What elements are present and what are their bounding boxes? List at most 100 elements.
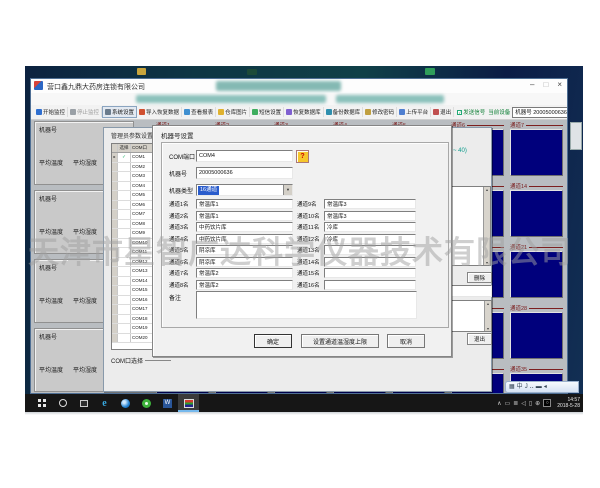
desktop-icon-yellow[interactable]	[137, 68, 146, 75]
device-combobox[interactable]: 机器号 20005000636 16通道 ▼	[512, 107, 567, 118]
admin-exit-button[interactable]: 退出	[467, 333, 492, 345]
delete-button[interactable]: 删除	[467, 272, 492, 283]
com-select-checkbox[interactable]	[118, 220, 131, 229]
com-port-row[interactable]: COM11	[112, 248, 155, 258]
com-select-checkbox[interactable]	[118, 267, 131, 276]
maximize-button[interactable]: □	[543, 80, 548, 89]
channel-name-input[interactable]	[196, 234, 293, 244]
com-select-checkbox[interactable]	[118, 248, 131, 257]
change-password-button[interactable]: 修改密码	[363, 107, 397, 117]
scroll-down-icon[interactable]: ▾	[487, 326, 489, 331]
com-port-row[interactable]: COM15	[112, 286, 155, 296]
ime-more-icon[interactable]: ‥	[530, 382, 534, 392]
channel-name-input[interactable]	[324, 234, 416, 244]
tray-chevron-up-icon[interactable]: ∧	[497, 400, 501, 407]
tray-network-icon[interactable]: ⊕	[535, 400, 540, 407]
com-port-row[interactable]: COM5	[112, 191, 155, 201]
com-select-checkbox[interactable]	[118, 258, 131, 267]
ime-arrow-icon[interactable]: ◂	[544, 382, 547, 392]
channel-name-input[interactable]	[196, 222, 293, 232]
channel-name-input[interactable]	[324, 222, 416, 232]
warehouse-pictures-button[interactable]: 仓库图片	[216, 107, 250, 117]
start-button[interactable]	[31, 394, 52, 412]
com-select-checkbox[interactable]	[118, 191, 131, 200]
cortana-button[interactable]	[52, 394, 73, 412]
com-port-row[interactable]: COM8	[112, 220, 155, 230]
help-button[interactable]: ?	[296, 150, 309, 163]
com-select-checkbox[interactable]	[118, 286, 131, 295]
ime-language-bar[interactable]: ▦ 中 J ‥ ▬ ◂	[505, 381, 579, 393]
remark-textarea[interactable]	[196, 291, 417, 319]
view-reports-button[interactable]: 查看报表	[182, 107, 216, 117]
antivirus-button[interactable]	[136, 394, 157, 412]
exit-button[interactable]: 退出	[431, 107, 454, 117]
scroll-up-icon[interactable]: ▴	[487, 301, 489, 306]
scrollbar[interactable]: ▴▾	[483, 187, 490, 265]
send-signal-checkbox[interactable]: ✓	[457, 110, 462, 115]
desktop-icon-green[interactable]	[425, 68, 435, 75]
tray-app-icon[interactable]: ○	[543, 399, 551, 407]
com-port-row[interactable]: COM16	[112, 296, 155, 306]
com-select-checkbox[interactable]: ✓	[118, 153, 131, 162]
scrollbar[interactable]: ▴▾	[484, 301, 491, 331]
com-select-checkbox[interactable]	[118, 324, 131, 333]
import-restore-data-button[interactable]: 导入恢复数据	[137, 107, 182, 117]
channel-name-input[interactable]	[196, 211, 293, 221]
taskbar-clock[interactable]: 14:57 2018-5-28	[557, 397, 580, 409]
com-port-row[interactable]: COM6	[112, 201, 155, 211]
com-port-row[interactable]: COM12	[112, 258, 155, 268]
channel-name-input[interactable]	[196, 199, 293, 209]
sms-settings-button[interactable]: 短信设置	[250, 107, 284, 117]
backup-database-button[interactable]: 备份数据库	[324, 107, 364, 117]
com-port-row[interactable]: COM2	[112, 163, 155, 173]
scroll-up-icon[interactable]: ▴	[486, 187, 488, 192]
com-select-checkbox[interactable]	[118, 296, 131, 305]
com-select-checkbox[interactable]	[118, 315, 131, 324]
com-port-row[interactable]: COM10	[112, 239, 155, 249]
channel-name-input[interactable]	[324, 199, 416, 209]
chevron-down-icon[interactable]: ▼	[283, 185, 292, 195]
channel-name-input[interactable]	[324, 245, 416, 255]
com-port-row[interactable]: COM3	[112, 172, 155, 182]
desktop-icon-dark[interactable]	[247, 69, 257, 75]
com-select-checkbox[interactable]	[118, 305, 131, 314]
channel-name-input[interactable]	[324, 280, 416, 290]
tray-window-icon[interactable]: ▭	[505, 400, 511, 407]
com-port-row[interactable]: COM18	[112, 315, 155, 325]
com-select-checkbox[interactable]	[118, 210, 131, 219]
start-monitoring-button[interactable]: 开始监控	[34, 107, 68, 117]
restore-database-button[interactable]: 恢复数据库	[284, 107, 324, 117]
ime-mode-icon[interactable]: 中	[517, 382, 523, 392]
word-button[interactable]: W	[157, 394, 178, 412]
task-view-button[interactable]	[73, 394, 94, 412]
scroll-down-icon[interactable]: ▾	[486, 260, 488, 265]
channel-name-input[interactable]	[196, 268, 293, 278]
com-port-row[interactable]: ▸ ✓ COM1	[112, 153, 155, 163]
tray-monitor-icon[interactable]: ▯	[529, 400, 532, 407]
com-select-checkbox[interactable]	[118, 229, 131, 238]
com-port-row[interactable]: COM9	[112, 229, 155, 239]
com-port-row[interactable]: COM19	[112, 324, 155, 334]
monitor-app-button[interactable]	[178, 394, 199, 412]
system-settings-button[interactable]: 系统设置	[102, 106, 137, 118]
upload-platform-button[interactable]: 上传平台	[397, 107, 431, 117]
machine-no-input[interactable]	[196, 167, 293, 179]
com-select-checkbox[interactable]	[118, 334, 131, 343]
minimize-button[interactable]: –	[530, 80, 534, 89]
ime-letter-icon[interactable]: J	[525, 382, 528, 392]
edge-button[interactable]: e	[94, 394, 115, 412]
com-select-checkbox[interactable]	[118, 172, 131, 181]
com-select-checkbox[interactable]	[118, 277, 131, 286]
cancel-button[interactable]: 取消	[387, 334, 425, 348]
channel-name-input[interactable]	[196, 245, 293, 255]
browser-button[interactable]	[115, 394, 136, 412]
com-select-checkbox[interactable]	[118, 201, 131, 210]
com-select-checkbox[interactable]	[118, 182, 131, 191]
close-button[interactable]: ×	[557, 80, 562, 89]
com-port-row[interactable]: COM13	[112, 267, 155, 277]
com-select-checkbox[interactable]	[118, 163, 131, 172]
tray-lines-icon[interactable]: ≣	[513, 400, 518, 407]
ok-button[interactable]: 确定	[254, 334, 292, 348]
channel-name-input[interactable]	[196, 280, 293, 290]
ime-band-icon[interactable]: ▬	[536, 382, 542, 392]
